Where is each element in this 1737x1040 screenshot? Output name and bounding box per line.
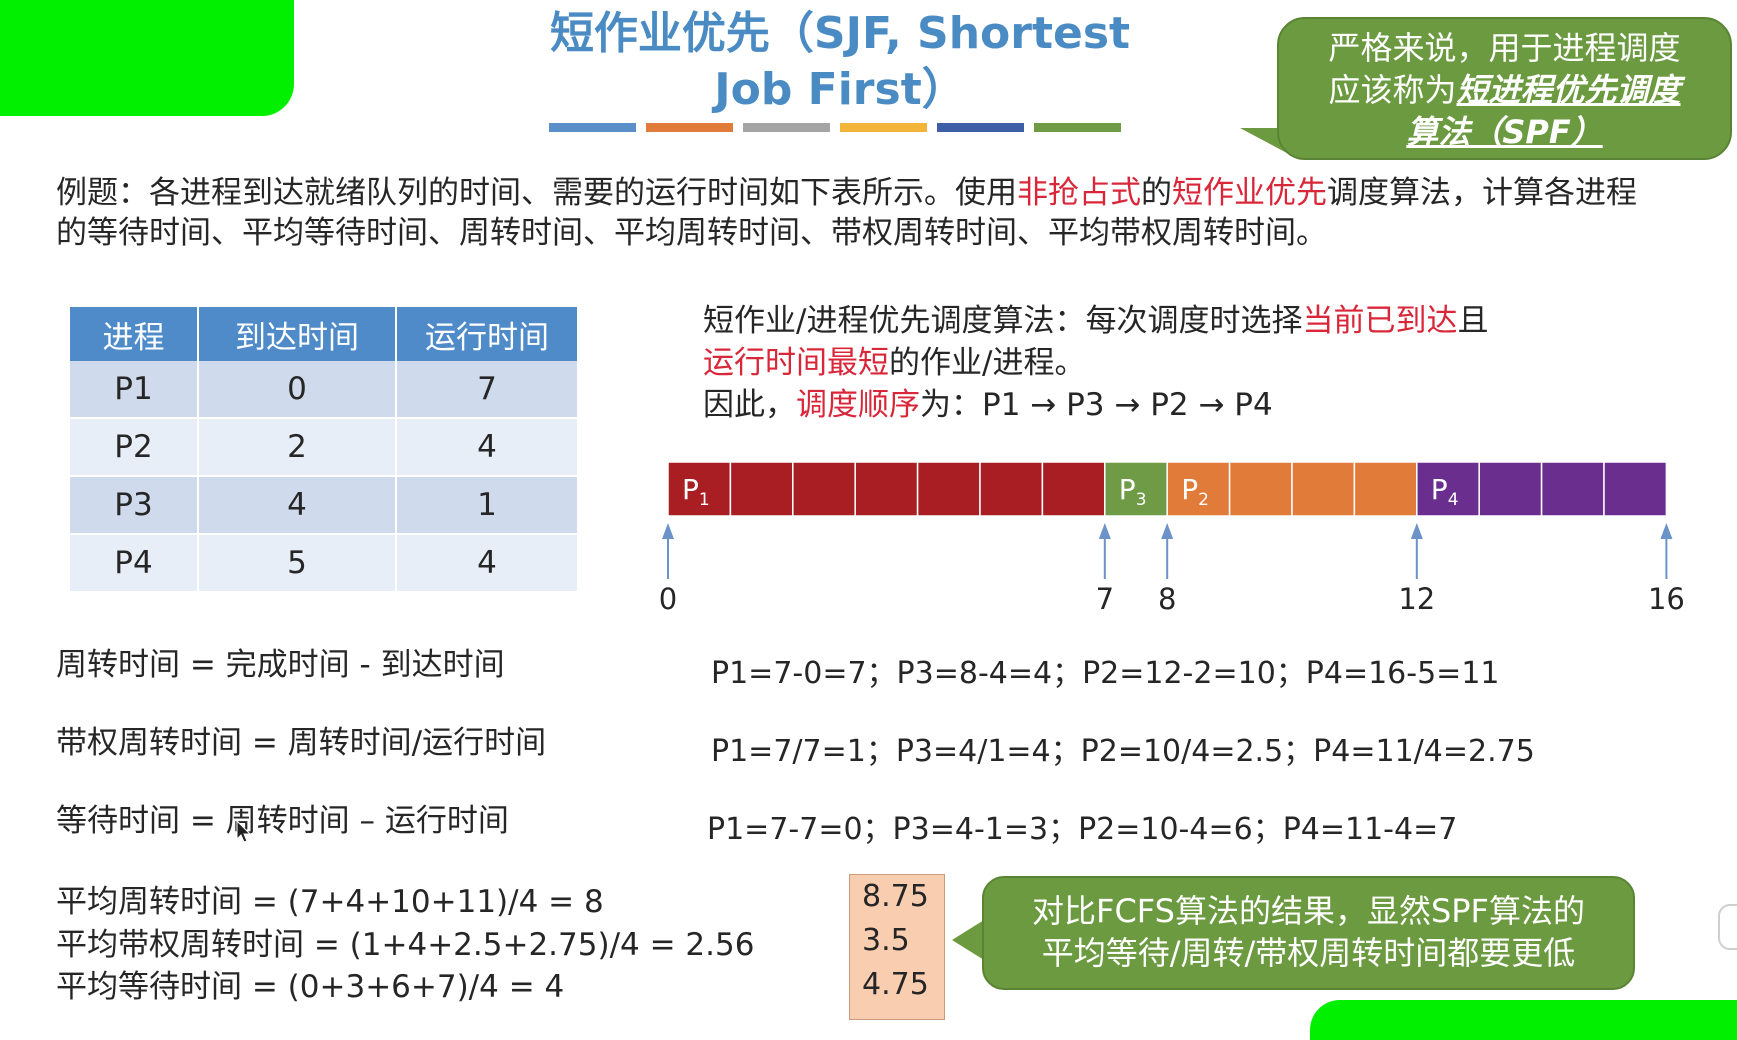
callout-line: 应该称为短进程优先调度 bbox=[1279, 69, 1730, 111]
callout-emphasis: 短进程优先调度 bbox=[1456, 71, 1681, 109]
comparison-callout: 对比FCFS算法的结果，显然SPF算法的 平均等待/周转/带权周转时间都要更低 bbox=[982, 876, 1635, 990]
gantt-arrow-head bbox=[1098, 523, 1111, 539]
algo-text: 因此， bbox=[703, 387, 796, 423]
fcfs-value: 4.75 bbox=[862, 967, 929, 1002]
algo-highlight: 当前已到达 bbox=[1302, 303, 1458, 339]
algo-text: 且 bbox=[1457, 303, 1489, 339]
average-weighted-turnaround: 平均带权周转时间 = (1+4+2.5+2.75)/4 = 2.56 bbox=[56, 927, 755, 963]
callout-tail bbox=[952, 920, 984, 960]
fcfs-results-box: 8.75 3.5 4.75 bbox=[849, 874, 945, 1020]
callout-line: 对比FCFS算法的结果，显然SPF算法的 bbox=[1032, 892, 1585, 930]
weighted-turnaround-calculation: P1=7/7=1；P3=4/1=4；P2=10/4=2.5；P4=11/4=2.… bbox=[711, 734, 1535, 769]
gantt-tick-label: 0 bbox=[659, 582, 677, 616]
gantt-unit-block bbox=[1540, 461, 1605, 517]
average-waiting-time: 平均等待时间 = (0+3+6+7)/4 = 4 bbox=[56, 969, 565, 1005]
algo-line: 运行时间最短的作业/进程。 bbox=[703, 342, 1703, 384]
table-cell: 4 bbox=[397, 535, 579, 593]
gantt-unit-block bbox=[979, 461, 1044, 517]
problem-text: 的 bbox=[1141, 175, 1172, 211]
gantt-unit-block bbox=[1353, 461, 1418, 517]
gantt-tick-label: 12 bbox=[1398, 582, 1435, 616]
gantt-unit-block bbox=[854, 461, 919, 517]
title-bar bbox=[937, 123, 1024, 132]
gantt-chart: P1 P3 P2 P40 7 8 12 16 bbox=[659, 461, 1685, 616]
column-header: 运行时间 bbox=[397, 307, 579, 361]
table-row: P3 4 1 bbox=[70, 477, 579, 535]
algo-text: 短作业/进程优先调度算法：每次调度时选择 bbox=[703, 303, 1303, 339]
green-corner-decoration bbox=[0, 0, 294, 116]
waiting-time-definition: 等待时间 = 周转时间 – 运行时间 bbox=[56, 803, 509, 839]
problem-highlight: 非抢占式 bbox=[1017, 175, 1141, 211]
algo-line: 因此，调度顺序为：P1 → P3 → P2 → P4 bbox=[703, 384, 1703, 426]
slide-title: 短作业优先（SJF, Shortest Job First） bbox=[520, 6, 1160, 118]
table-cell: P3 bbox=[70, 477, 199, 535]
fcfs-value: 3.5 bbox=[862, 923, 910, 958]
weighted-turnaround-definition: 带权周转时间 = 周转时间/运行时间 bbox=[56, 725, 547, 761]
gantt-arrow-head bbox=[1410, 523, 1423, 539]
table-cell: 4 bbox=[397, 419, 579, 477]
table-row: P4 5 4 bbox=[70, 535, 579, 593]
table-cell: P1 bbox=[70, 361, 199, 419]
table-cell: 5 bbox=[199, 535, 397, 593]
problem-statement: 例题：各进程到达就绪队列的时间、需要的运行时间如下表所示。使用非抢占式的短作业优… bbox=[56, 173, 1656, 253]
spf-note-callout: 严格来说，用于进程调度 应该称为短进程优先调度 算法（SPF） bbox=[1277, 17, 1732, 160]
gantt-unit-block bbox=[1228, 461, 1293, 517]
table-cell: 4 bbox=[199, 477, 397, 535]
gantt-unit-block bbox=[1291, 461, 1356, 517]
gantt-unit-block bbox=[729, 461, 794, 517]
scroll-handle[interactable] bbox=[1718, 904, 1737, 950]
gantt-unit-block bbox=[1041, 461, 1106, 517]
gantt-arrow-head bbox=[1660, 523, 1673, 539]
callout-line: 严格来说，用于进程调度 bbox=[1328, 29, 1681, 67]
table-header-row: 进程 到达时间 运行时间 bbox=[70, 307, 579, 361]
fcfs-value: 8.75 bbox=[862, 879, 929, 914]
gantt-arrow-head bbox=[1161, 523, 1174, 539]
callout-line: 算法（SPF） bbox=[1279, 111, 1730, 153]
algo-text: 为：P1 → P3 → P2 → P4 bbox=[920, 387, 1273, 423]
waiting-time-calculation: P1=7-7=0；P3=4-1=3；P2=10-4=6；P4=11-4=7 bbox=[707, 812, 1458, 847]
table-cell: 7 bbox=[397, 361, 579, 419]
process-table: 进程 到达时间 运行时间 P1 0 7 P2 2 4 P3 4 1 P4 5 4 bbox=[70, 307, 579, 593]
title-line-2: Job First） bbox=[714, 64, 966, 115]
title-bar bbox=[1034, 123, 1121, 132]
table-cell: P2 bbox=[70, 419, 199, 477]
turnaround-definition: 周转时间 = 完成时间 - 到达时间 bbox=[56, 647, 505, 683]
table-cell: 1 bbox=[397, 477, 579, 535]
title-bar bbox=[743, 123, 830, 132]
title-line-1: 短作业优先（SJF, Shortest bbox=[549, 8, 1131, 59]
table-row: P2 2 4 bbox=[70, 419, 579, 477]
callout-line: 平均等待/周转/带权周转时间都要更低 bbox=[1041, 934, 1576, 972]
problem-highlight: 短作业优先 bbox=[1172, 175, 1327, 211]
title-bar bbox=[840, 123, 927, 132]
average-turnaround: 平均周转时间 = (7+4+10+11)/4 = 8 bbox=[56, 884, 604, 920]
gantt-tick-label: 7 bbox=[1096, 582, 1114, 616]
gantt-tick-label: 16 bbox=[1648, 582, 1685, 616]
algo-line: 短作业/进程优先调度算法：每次调度时选择当前已到达且 bbox=[703, 300, 1703, 342]
title-bar bbox=[549, 123, 636, 132]
table-row: P1 0 7 bbox=[70, 361, 579, 419]
column-header: 到达时间 bbox=[199, 307, 397, 361]
mouse-cursor-icon bbox=[236, 820, 252, 843]
gantt-unit-block bbox=[1478, 461, 1543, 517]
gantt-arrow-head bbox=[662, 523, 674, 539]
title-bar bbox=[646, 123, 733, 132]
algo-highlight: 调度顺序 bbox=[796, 387, 920, 423]
column-header: 进程 bbox=[70, 307, 199, 361]
gantt-unit-block bbox=[916, 461, 981, 517]
algo-highlight: 运行时间最短 bbox=[703, 345, 889, 381]
turnaround-calculation: P1=7-0=7；P3=8-4=4；P2=12-2=10；P4=16-5=11 bbox=[711, 656, 1500, 691]
problem-text: 例题：各进程到达就绪队列的时间、需要的运行时间如下表所示。使用 bbox=[56, 175, 1017, 211]
table-cell: 0 bbox=[199, 361, 397, 419]
gantt-unit-block bbox=[792, 461, 856, 517]
gantt-tick-label: 8 bbox=[1158, 582, 1176, 616]
table-cell: P4 bbox=[70, 535, 199, 593]
gantt-unit-block bbox=[1603, 461, 1668, 517]
table-cell: 2 bbox=[199, 419, 397, 477]
callout-text: 应该称为 bbox=[1328, 71, 1457, 109]
callout-emphasis: 算法（SPF） bbox=[1406, 113, 1603, 151]
algorithm-description: 短作业/进程优先调度算法：每次调度时选择当前已到达且 运行时间最短的作业/进程。… bbox=[703, 300, 1703, 426]
algo-text: 的作业/进程。 bbox=[889, 345, 1086, 381]
green-corner-decoration bbox=[1310, 1000, 1737, 1040]
